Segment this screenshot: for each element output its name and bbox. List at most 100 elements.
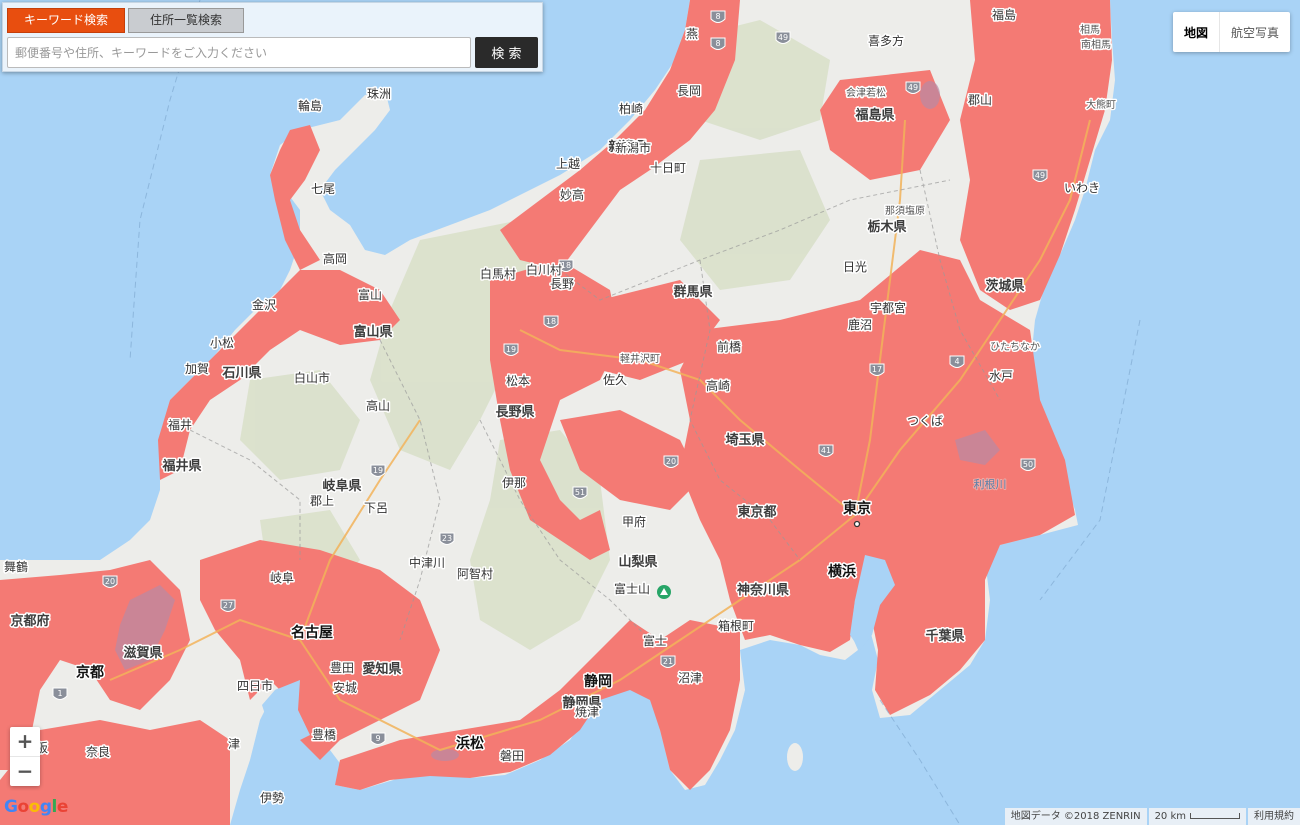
city-label: 白山市: [294, 370, 330, 385]
route-number: 20: [666, 457, 676, 466]
city-label: 白馬村: [480, 266, 516, 281]
route-number: 18: [561, 261, 571, 270]
route-number: 41: [821, 446, 831, 455]
city-label: 阿智村: [457, 566, 493, 581]
city-label: 相馬: [1080, 23, 1100, 36]
city-label: 軽井沢町: [620, 352, 660, 365]
prefecture-label: 群馬県: [673, 284, 712, 300]
route-number: 23: [442, 534, 452, 543]
route-number: 50: [1023, 460, 1033, 469]
city-label: 七尾: [311, 182, 335, 196]
tab-keyword-search[interactable]: キーワード検索: [7, 8, 125, 33]
city-label: 岐阜: [270, 571, 294, 585]
city-label: 妙高: [560, 187, 584, 202]
prefecture-label: 神奈川県: [737, 582, 789, 598]
major-city-label: 東京: [843, 500, 871, 517]
city-label: 加賀: [185, 362, 209, 376]
city-label: 日光: [843, 260, 867, 274]
route-number: 8: [715, 12, 720, 21]
prefecture-label: 茨城県: [985, 278, 1024, 294]
city-label: 伊那: [502, 476, 526, 490]
city-label: 水戸: [989, 369, 1013, 383]
city-label: 舞鶴: [4, 559, 28, 574]
prefecture-label: 長野県: [495, 405, 534, 420]
city-label: 十日町: [650, 161, 686, 175]
city-label: 喜多方: [868, 33, 904, 48]
city-label: 富士: [643, 633, 667, 648]
city-label: 松本: [506, 374, 530, 388]
tab-address-list-search[interactable]: 住所一覧検索: [128, 8, 244, 33]
search-input[interactable]: [7, 37, 471, 68]
route-number: 8: [715, 39, 720, 48]
city-label: 焼津: [575, 705, 599, 719]
city-label: 郡山: [968, 93, 992, 107]
route-number: 18: [546, 317, 556, 326]
city-label: 高崎: [706, 378, 730, 393]
map-attribution: 地図データ ©2018 ZENRIN: [1004, 808, 1147, 825]
city-label: 大熊町: [1086, 98, 1116, 111]
prefecture-label: 滋賀県: [123, 645, 162, 661]
map-canvas[interactable]: 8849494918181919411745051202027211923 新潟…: [0, 0, 1300, 825]
major-city-label: 静岡: [584, 673, 612, 690]
zoom-control: + −: [10, 727, 40, 786]
prefecture-label: 富山県: [353, 324, 392, 340]
city-label: 甲府: [622, 514, 646, 529]
city-label: 南相馬: [1081, 38, 1111, 51]
city-label: 宇都宮: [870, 300, 906, 315]
city-label: 沼津: [678, 671, 702, 685]
route-number: 49: [908, 83, 918, 92]
map-type-satellite-button[interactable]: 航空写真: [1220, 12, 1290, 52]
route-number: 9: [375, 734, 380, 743]
city-label: 郡上: [310, 494, 334, 508]
zoom-out-button[interactable]: −: [10, 757, 40, 786]
major-city-label: 京都: [76, 664, 104, 681]
city-label: 安城: [333, 680, 357, 695]
prefecture-label: 京都府: [10, 613, 49, 629]
map-type-control: 地図 航空写真: [1173, 12, 1290, 52]
route-number: 51: [575, 488, 585, 497]
prefecture-label: 埼玉県: [725, 432, 764, 448]
route-number: 27: [223, 601, 233, 610]
search-panel: キーワード検索 住所一覧検索 検 索: [2, 2, 543, 72]
prefecture-label: 愛知県: [362, 661, 401, 677]
route-number: 17: [872, 365, 882, 374]
city-label: 福井: [168, 417, 192, 432]
prefecture-label: 岐阜県: [322, 478, 361, 494]
city-label: 伊勢: [260, 790, 284, 805]
city-label: 四日市: [237, 678, 273, 693]
city-label: 輪島: [298, 98, 322, 113]
google-logo[interactable]: Google: [4, 797, 68, 817]
zoom-in-button[interactable]: +: [10, 727, 40, 757]
route-number: 49: [778, 33, 788, 42]
island-oshima: [787, 743, 803, 771]
search-button[interactable]: 検 索: [475, 37, 538, 68]
city-label: 金沢: [252, 297, 276, 312]
scale-indicator[interactable]: 20 km: [1148, 808, 1246, 825]
river-label: 利根川: [974, 477, 1007, 491]
city-label: 奈良: [86, 744, 110, 759]
city-label: 長岡: [677, 84, 701, 98]
map-footer: 地図データ ©2018 ZENRIN 20 km 利用規約: [1003, 808, 1300, 825]
terms-link[interactable]: 利用規約: [1248, 808, 1300, 825]
tokyo-capital-icon: [853, 520, 861, 528]
city-label: 高岡: [323, 251, 347, 266]
city-label: 新潟市: [615, 140, 651, 155]
route-number: 21: [663, 657, 673, 666]
prefecture-label: 山梨県: [618, 554, 657, 570]
prefecture-label: 千葉県: [925, 628, 964, 644]
route-number: 1: [57, 689, 62, 698]
city-label: つくば: [907, 414, 943, 428]
city-label: 富士山: [614, 581, 650, 596]
city-label: 佐久: [603, 373, 627, 387]
prefecture-label: 石川県: [221, 366, 261, 381]
city-label: 鹿沼: [848, 317, 872, 332]
route-number: 19: [506, 345, 516, 354]
city-label: 高山: [366, 398, 390, 413]
city-label: 珠洲: [367, 87, 391, 101]
fujisan-marker-icon[interactable]: [657, 585, 671, 599]
prefecture-label: 栃木県: [867, 219, 906, 235]
major-city-label: 横浜: [828, 563, 856, 580]
map-type-map-button[interactable]: 地図: [1173, 12, 1220, 52]
city-label: 津: [228, 737, 240, 751]
city-label: 会津若松: [846, 86, 886, 99]
